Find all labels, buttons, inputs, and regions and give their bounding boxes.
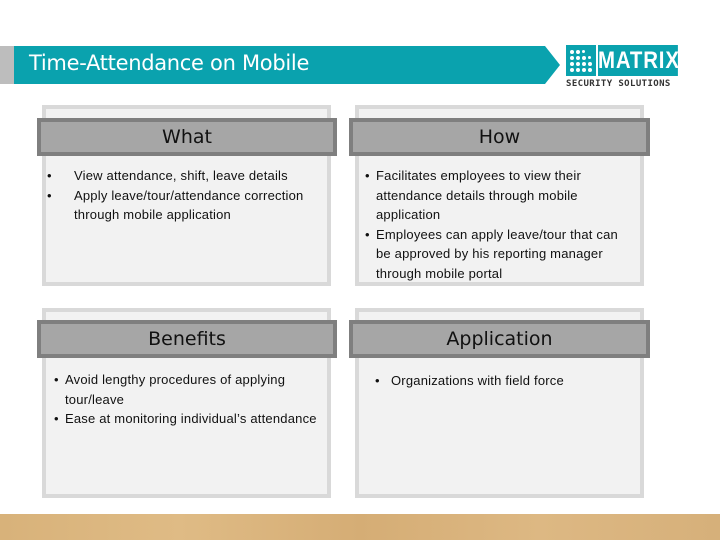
- list-item: • View attendance, shift, leave details: [47, 168, 288, 183]
- title-bar-marker: [0, 46, 14, 84]
- list-item: • Avoid lengthy procedures of applying to…: [54, 372, 286, 407]
- matrix-logo: MATRIX SECURITY SOLUTIONS: [566, 45, 680, 93]
- list-item: • Facilitates employees to view their att…: [365, 168, 581, 222]
- list-item: • Ease at monitoring individual’s attenda…: [54, 411, 317, 426]
- logo-tagline: SECURITY SOLUTIONS: [566, 79, 671, 89]
- panel-benefits-header: Benefits: [37, 320, 337, 358]
- panel-benefits-list: • Avoid lengthy procedures of applying to…: [54, 370, 319, 429]
- panel-application-list: • Organizations with field force: [375, 371, 635, 391]
- list-item: • Employees can apply leave/tour that can…: [365, 226, 618, 281]
- dot-grid-icon: [566, 45, 596, 76]
- logo-brand: MATRIX: [598, 45, 680, 76]
- list-item: • Apply leave/tour/attendance correction …: [47, 187, 304, 223]
- list-item: • Organizations with field force: [375, 373, 564, 388]
- slide-title-bar: Time-Attendance on Mobile: [0, 46, 560, 84]
- decorative-footer-band: [0, 514, 720, 540]
- panel-what-list: • View attendance, shift, leave details •…: [47, 166, 327, 225]
- panel-how-list: • Facilitates employees to view their att…: [365, 166, 625, 283]
- panel-application-header: Application: [349, 320, 650, 358]
- slide-title: Time-Attendance on Mobile: [29, 51, 310, 75]
- panel-what-header: What: [37, 118, 337, 156]
- panel-how-header: How: [349, 118, 650, 156]
